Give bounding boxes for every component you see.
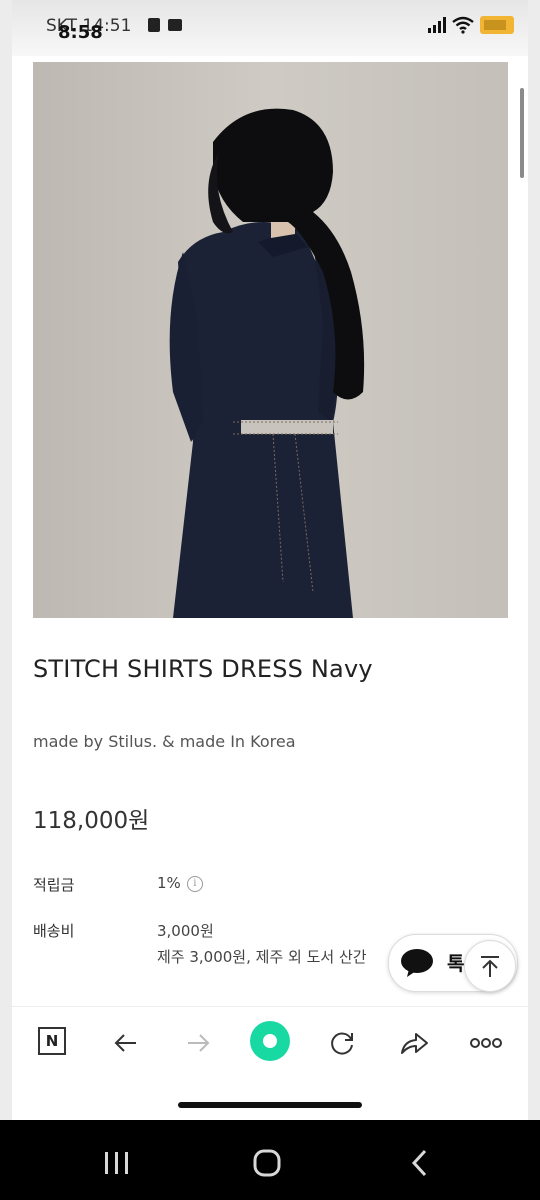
- home-icon[interactable]: [252, 1148, 284, 1178]
- shipping-label: 배송비: [33, 922, 75, 940]
- dress-model-illustration: [33, 62, 508, 618]
- product-maker: made by Stilus. & made In Korea: [33, 732, 296, 751]
- android-nav-bar: [0, 1120, 540, 1200]
- frame-edge-left: [0, 0, 12, 1120]
- product-price: 118,000원: [33, 808, 150, 834]
- more-icon[interactable]: [468, 1025, 504, 1061]
- naver-home-button[interactable]: N: [38, 1027, 66, 1055]
- share-icon[interactable]: [396, 1025, 432, 1061]
- battery-icon: [480, 16, 514, 34]
- scroll-thumb[interactable]: [520, 88, 524, 178]
- refresh-icon[interactable]: [324, 1025, 360, 1061]
- status-time: 8:58: [58, 22, 103, 43]
- talk-label: 톡: [447, 953, 465, 975]
- home-indicator[interactable]: [178, 1102, 362, 1108]
- green-orb-icon[interactable]: [250, 1021, 290, 1061]
- info-icon[interactable]: i: [186, 875, 203, 892]
- scroll-top-button[interactable]: [464, 940, 516, 992]
- forward-arrow-icon[interactable]: [180, 1025, 216, 1061]
- back-arrow-icon[interactable]: [108, 1025, 144, 1061]
- points-label: 적립금: [33, 876, 75, 894]
- wifi-icon: [452, 16, 474, 34]
- product-title: STITCH SHIRTS DRESS Navy: [33, 655, 373, 683]
- points-value: 1%: [157, 874, 181, 892]
- frame-edge-right: [528, 0, 540, 1120]
- gallery-icon: [168, 19, 182, 31]
- signal-icon: [428, 17, 446, 33]
- notification-icon: [148, 18, 160, 32]
- chat-bubble-icon: [401, 949, 433, 977]
- browser-toolbar: N: [12, 1006, 528, 1079]
- points-value-row: 1% i: [157, 874, 203, 892]
- back-icon[interactable]: [406, 1148, 434, 1178]
- browser-bottom-strip: [12, 1078, 528, 1120]
- arrow-up-icon: [481, 956, 499, 977]
- product-photo: [33, 62, 508, 618]
- status-left-icons: [148, 18, 182, 32]
- shipping-value: 3,000원: [157, 922, 214, 940]
- recents-icon[interactable]: [102, 1150, 132, 1176]
- shipping-note: 제주 3,000원, 제주 외 도서 산간: [157, 948, 367, 966]
- status-icons: [428, 16, 514, 34]
- status-bar: SKT 14:51 8:58: [12, 0, 528, 56]
